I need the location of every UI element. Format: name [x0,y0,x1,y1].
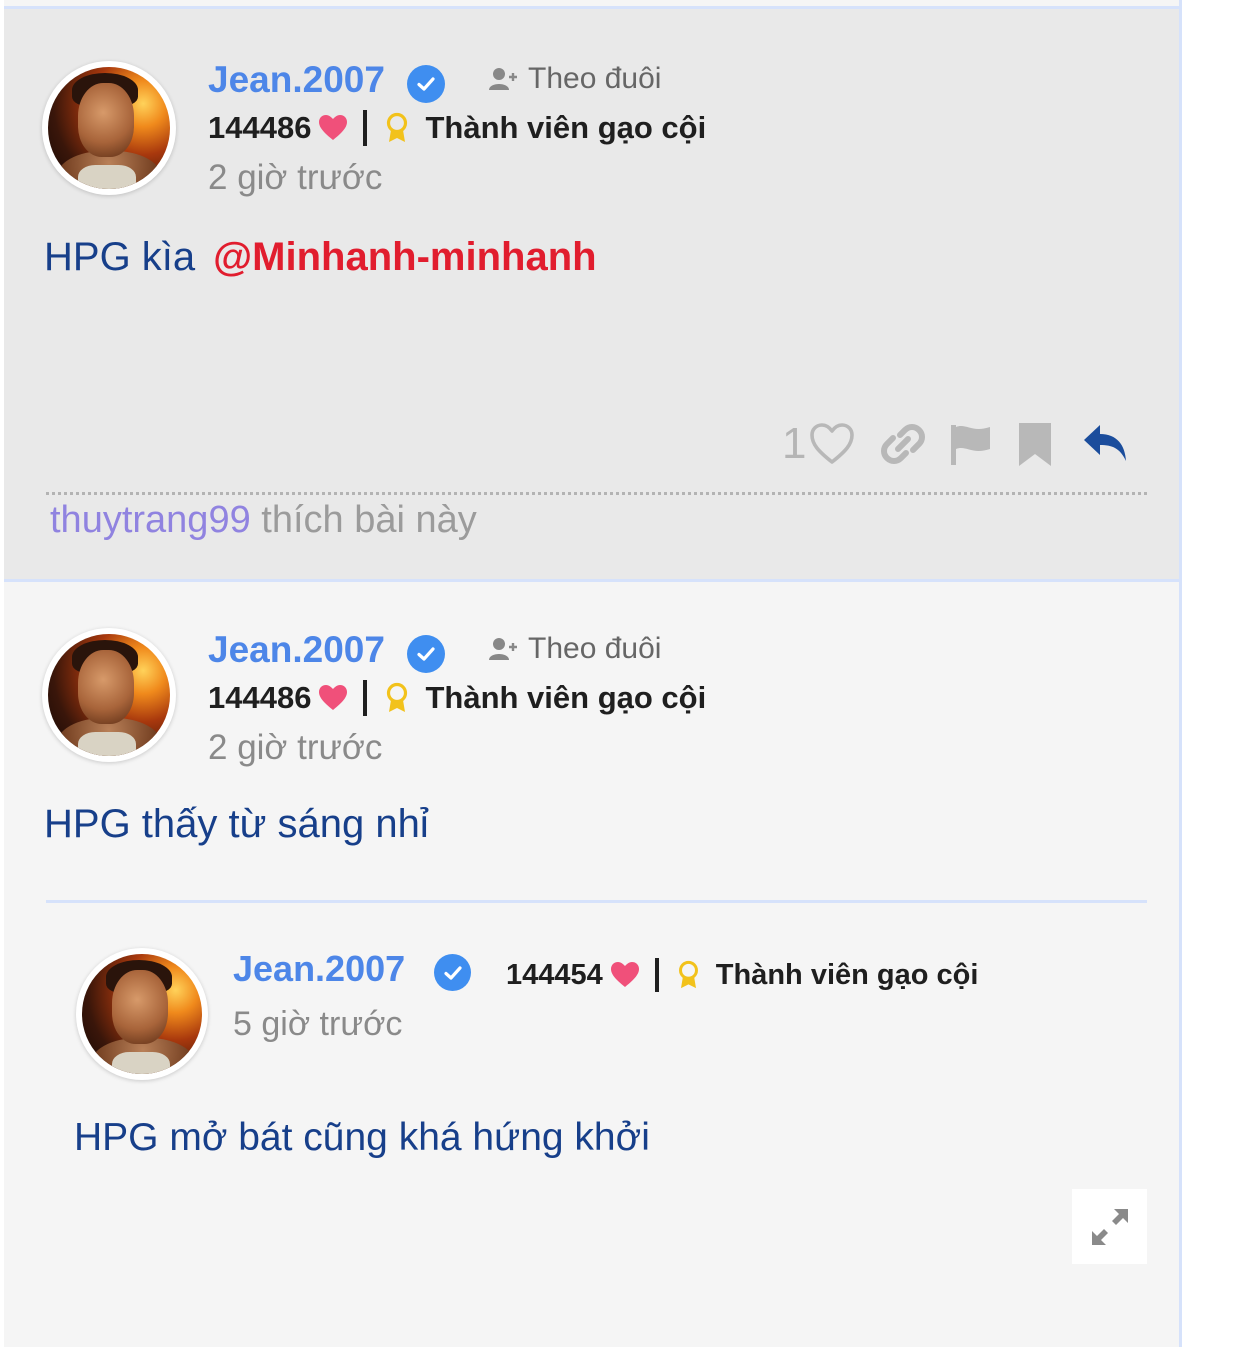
points-value: 144486 [208,110,312,145]
verified-check-icon [407,65,445,103]
heart-icon [319,685,348,711]
link-icon[interactable] [880,421,926,467]
post-text: HPG kìa [44,235,196,279]
rank-label: Thành viên gạo cội [425,110,707,145]
rank-label: Thành viên gạo cội [425,680,707,715]
medal-icon [677,960,700,990]
post-actions: 1 [782,419,1128,469]
avatar-image [48,634,170,756]
post-content: HPG kìa @Minhanh-minhanh [44,235,597,280]
liker-link[interactable]: thuytrang99 [50,499,251,541]
quoted-user-stats: 144454 Thành viên gạo cội [506,958,978,992]
user-plus-icon [488,66,518,92]
quote-divider [46,900,1147,903]
liked-text: thích bài này [261,499,477,541]
avatar-image [82,954,202,1074]
like-divider [46,492,1147,495]
follow-label: Theo đuôi [528,62,662,95]
post-content: HPG thấy từ sáng nhỉ [44,802,429,846]
points-value: 144486 [208,680,312,715]
medal-icon [385,112,409,144]
reply-icon[interactable] [1082,423,1128,465]
user-plus-icon [488,636,518,662]
points-value: 144454 [506,958,603,991]
bookmark-icon[interactable] [1018,421,1052,467]
post-time: 2 giờ trước [208,158,383,197]
post-time: 2 giờ trước [208,728,383,767]
heart-icon [610,962,639,988]
follow-button[interactable]: Theo đuôi [488,62,661,96]
quoted-post-content: HPG mở bát cũng khá hứng khởi [74,1116,650,1159]
stats-separator [363,110,368,146]
quoted-post-time: 5 giờ trước [233,1005,403,1043]
comment-post: Jean.2007 Theo đuôi 144486 Thành viên gạ… [4,6,1179,582]
user-stats: 144486 Thành viên gạo cội [208,110,706,146]
username-link[interactable]: Jean.2007 [208,629,385,671]
likers-line: thuytrang99 thích bài này [50,499,477,542]
avatar-image [48,67,170,189]
follow-label: Theo đuôi [528,632,662,665]
username-link[interactable]: Jean.2007 [208,59,385,101]
comment-feed: Jean.2007 Theo đuôi 144486 Thành viên gạ… [4,0,1182,1347]
expand-icon [1090,1207,1130,1247]
mention-link[interactable]: @Minhanh-minhanh [213,235,596,279]
expand-button[interactable] [1072,1189,1147,1264]
like-heart-icon[interactable] [808,422,856,466]
user-stats: 144486 Thành viên gạo cội [208,680,706,716]
stats-separator [654,958,659,992]
flag-icon[interactable] [948,422,992,466]
verified-check-icon [434,954,471,991]
avatar[interactable] [42,61,176,195]
avatar[interactable] [76,948,208,1080]
rank-label: Thành viên gạo cội [715,958,979,991]
quoted-username-link[interactable]: Jean.2007 [233,948,405,990]
follow-button[interactable]: Theo đuôi [488,632,661,666]
like-count: 1 [782,419,807,468]
avatar[interactable] [42,628,176,762]
heart-icon [319,115,348,141]
stats-separator [363,680,368,716]
medal-icon [385,682,409,714]
verified-check-icon [407,635,445,673]
